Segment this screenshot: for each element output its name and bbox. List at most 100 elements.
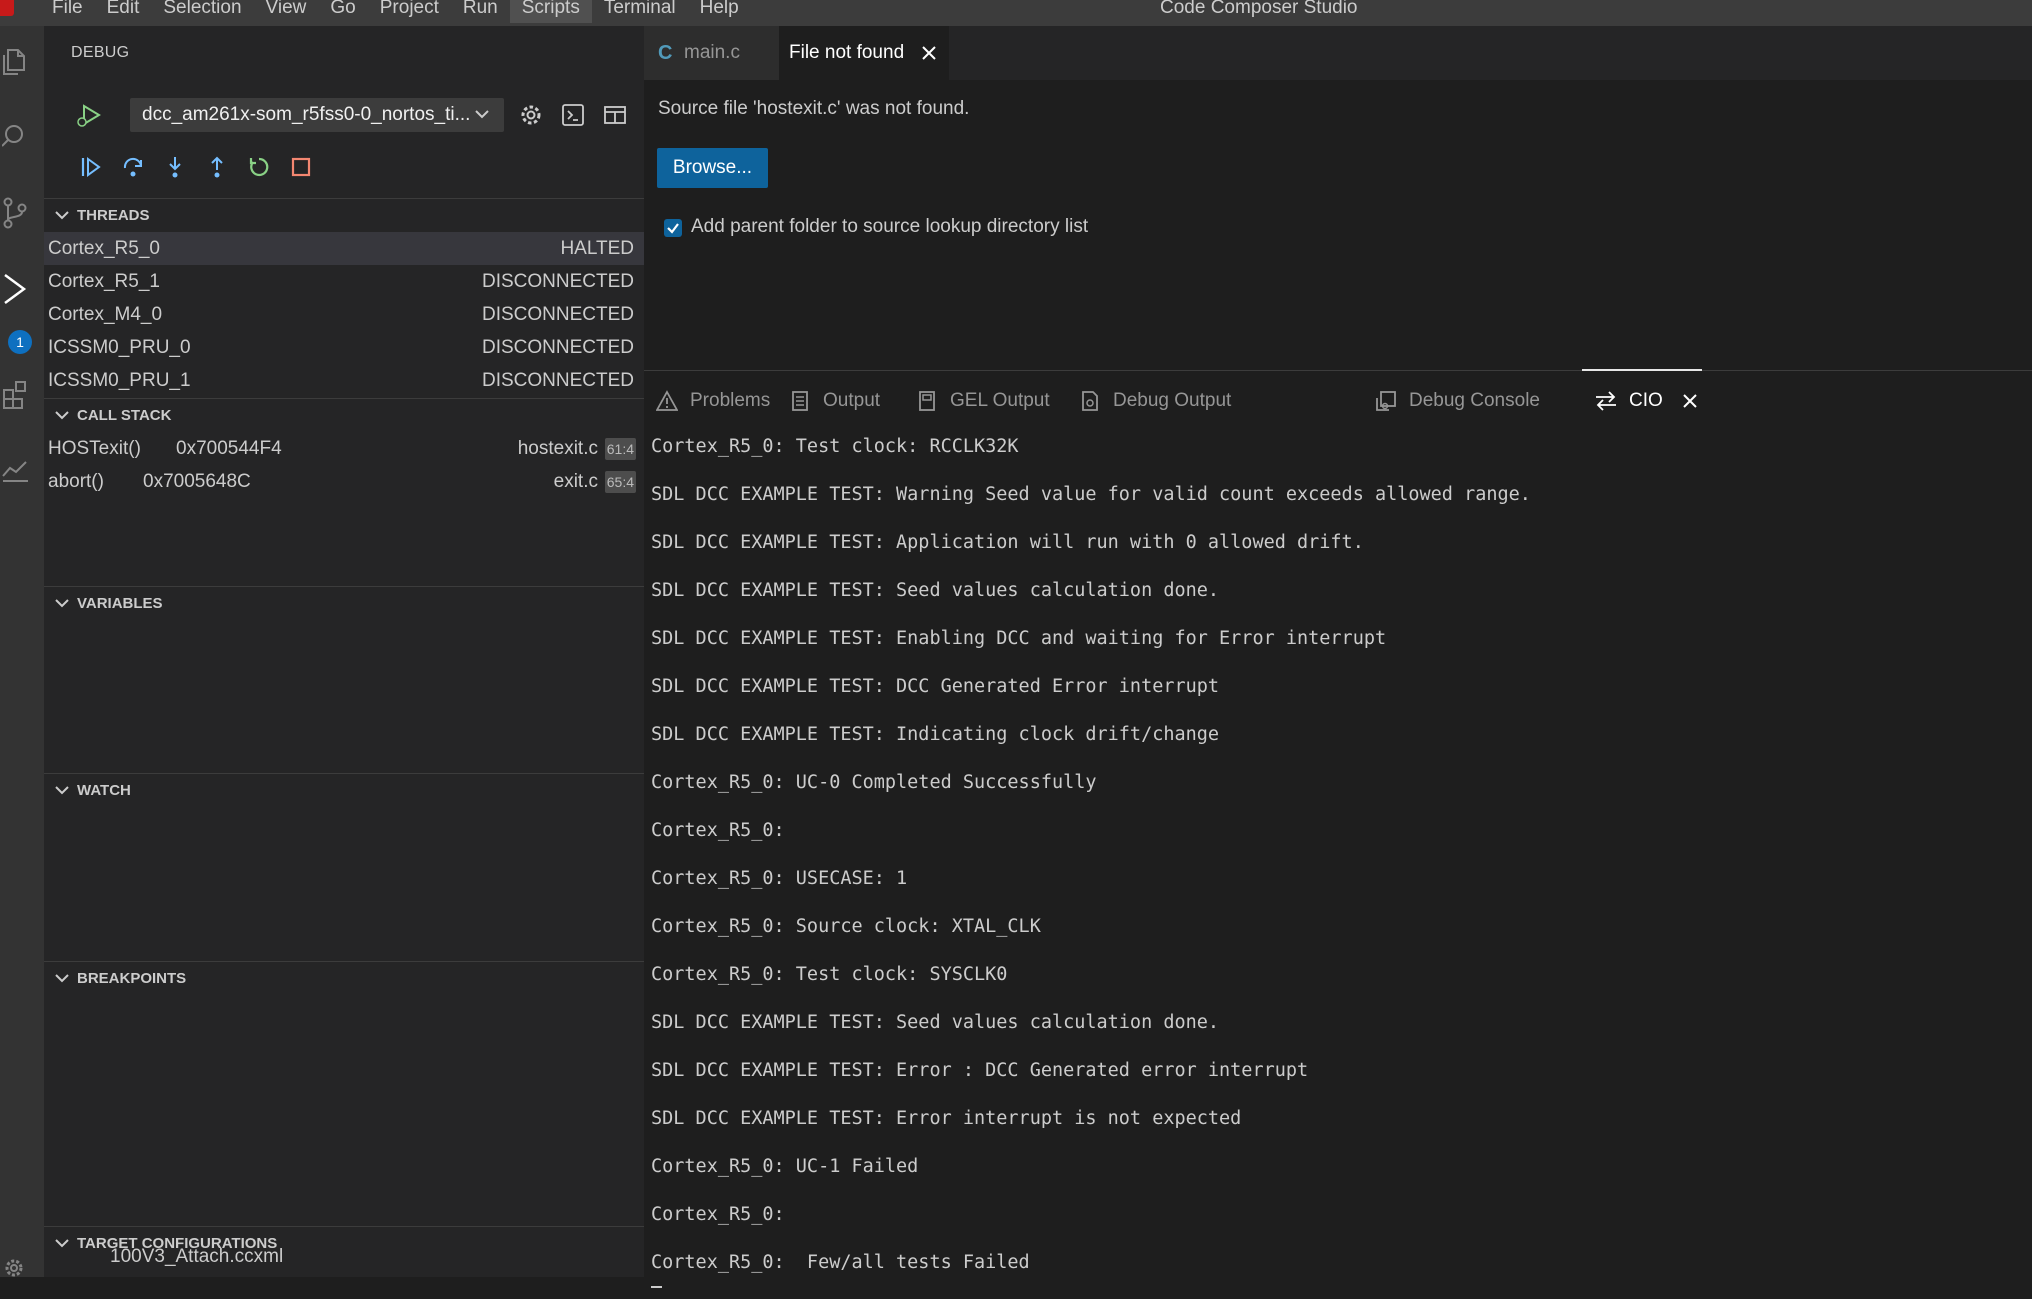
- start-debugging-icon[interactable]: [74, 100, 104, 130]
- thread-state: DISCONNECTED: [481, 337, 634, 358]
- menu-scripts[interactable]: Scripts: [509, 0, 592, 23]
- source-control-icon[interactable]: [0, 196, 30, 230]
- add-parent-folder-checkbox[interactable]: [664, 219, 682, 237]
- debug-sidebar: DEBUG dcc_am261x-som_r5fss0-0_nortos_ti.…: [44, 26, 644, 1277]
- watch-title: WATCH: [77, 782, 131, 799]
- menu-view[interactable]: View: [254, 0, 319, 23]
- thread-row[interactable]: Cortex_M4_0 DISCONNECTED: [44, 298, 644, 331]
- menu-go[interactable]: Go: [318, 0, 367, 23]
- console-line: Cortex_R5_0:: [651, 820, 785, 841]
- stack-frame-address: 0x700544F4: [176, 438, 282, 459]
- menu-selection[interactable]: Selection: [151, 0, 253, 23]
- threads-title: THREADS: [77, 207, 150, 224]
- title-bar: File Edit Selection View Go Project Run …: [0, 0, 2032, 26]
- menu-bar: File Edit Selection View Go Project Run …: [40, 0, 751, 23]
- analysis-icon[interactable]: [0, 452, 30, 486]
- tab-label: main.c: [684, 42, 740, 63]
- chevron-down-icon: [474, 98, 490, 144]
- menu-project[interactable]: Project: [368, 0, 451, 23]
- console-line: Cortex_R5_0:: [651, 1204, 785, 1225]
- debug-toolbar: [70, 150, 322, 184]
- stack-frame-function: HOSTexit(): [48, 438, 141, 459]
- thread-row[interactable]: Cortex_R5_1 DISCONNECTED: [44, 265, 644, 298]
- console-line: Cortex_R5_0: Test clock: SYSCLK0: [651, 964, 1008, 985]
- browse-button[interactable]: Browse...: [657, 148, 768, 188]
- debug-output-icon: [1078, 389, 1102, 413]
- thread-row[interactable]: ICSSM0_PRU_1 DISCONNECTED: [44, 364, 644, 397]
- menu-file[interactable]: File: [40, 0, 95, 23]
- cio-console-output[interactable]: Cortex_R5_0: Test clock: RCCLK32K SDL DC…: [651, 435, 2021, 1299]
- menu-edit[interactable]: Edit: [95, 0, 152, 23]
- thread-row[interactable]: Cortex_R5_0 HALTED: [44, 232, 644, 265]
- console-line: SDL DCC EXAMPLE TEST: Enabling DCC and w…: [651, 628, 1387, 649]
- thread-row[interactable]: ICSSM0_PRU_0 DISCONNECTED: [44, 331, 644, 364]
- activity-bar: 1: [0, 26, 44, 1277]
- gel-output-icon: [915, 389, 939, 413]
- extensions-icon[interactable]: [0, 376, 30, 410]
- stack-frame-line-badge: 61:4: [604, 438, 636, 460]
- console-line: Cortex_R5_0: UC-0 Completed Successfully: [651, 772, 1097, 793]
- settings-gear-icon[interactable]: [0, 1251, 30, 1285]
- launch-configuration-select[interactable]: dcc_am261x-som_r5fss0-0_nortos_ti...: [130, 98, 504, 132]
- split-view-icon[interactable]: [600, 100, 630, 130]
- breakpoints-section-header[interactable]: BREAKPOINTS: [44, 961, 644, 995]
- tab-main-c[interactable]: C main.c: [644, 26, 779, 80]
- stop-icon[interactable]: [280, 150, 322, 184]
- thread-name: Cortex_R5_0: [48, 238, 160, 259]
- target-config-item[interactable]: 100V3_Attach.ccxml: [110, 1246, 283, 1268]
- stack-frame-row[interactable]: abort() 0x7005648C exit.c 65:4: [44, 465, 644, 498]
- explorer-icon[interactable]: [0, 44, 30, 78]
- stack-frame-row[interactable]: HOSTexit() 0x700544F4 hostexit.c 61:4: [44, 432, 644, 465]
- c-file-icon: C: [658, 42, 673, 64]
- console-line: SDL DCC EXAMPLE TEST: Error interrupt is…: [651, 1108, 1242, 1129]
- restart-icon[interactable]: [238, 150, 280, 184]
- console-line: SDL DCC EXAMPLE TEST: Warning Seed value…: [651, 484, 1531, 505]
- panel-tab-bar: Problems Output GEL Output Debug Output …: [644, 369, 2032, 431]
- console-line: Cortex_R5_0: Source clock: XTAL_CLK: [651, 916, 1041, 937]
- console-line: Cortex_R5_0: Few/all tests Failed: [651, 1252, 1030, 1273]
- app-logo: [0, 0, 14, 16]
- tab-label: Output: [823, 390, 881, 411]
- console-line: SDL DCC EXAMPLE TEST: Indicating clock d…: [651, 724, 1220, 745]
- bottom-panel: Problems Output GEL Output Debug Output …: [644, 369, 2032, 1288]
- add-parent-folder-label: Add parent folder to source lookup direc…: [691, 216, 1089, 237]
- tab-file-not-found[interactable]: File not found: [779, 26, 949, 80]
- tab-label: Debug Output: [1113, 390, 1232, 411]
- thread-state: HALTED: [560, 238, 634, 259]
- console-line: SDL DCC EXAMPLE TEST: Application will r…: [651, 532, 1364, 553]
- tab-label: GEL Output: [950, 390, 1050, 411]
- variables-section-header[interactable]: VARIABLES: [44, 586, 644, 620]
- console-line: SDL DCC EXAMPLE TEST: DCC Generated Erro…: [651, 676, 1220, 697]
- continue-icon[interactable]: [70, 150, 112, 184]
- menu-terminal[interactable]: Terminal: [592, 0, 688, 23]
- sidebar-header: DEBUG: [71, 44, 130, 61]
- chevron-down-icon: [54, 962, 70, 1009]
- gear-icon[interactable]: [516, 100, 546, 130]
- menu-help[interactable]: Help: [688, 0, 751, 23]
- tab-label: CIO: [1629, 390, 1663, 411]
- run-debug-icon[interactable]: [0, 272, 30, 306]
- call-stack-title: CALL STACK: [77, 407, 172, 424]
- console-line: Cortex_R5_0: UC-1 Failed: [651, 1156, 919, 1177]
- text-cursor: [651, 1286, 662, 1288]
- console-line: SDL DCC EXAMPLE TEST: Error : DCC Genera…: [651, 1060, 1309, 1081]
- watch-section-header[interactable]: WATCH: [44, 773, 644, 807]
- call-stack-section-header[interactable]: CALL STACK: [44, 398, 644, 432]
- console-line: SDL DCC EXAMPLE TEST: Seed values calcul…: [651, 580, 1220, 601]
- tab-label: File not found: [789, 42, 905, 63]
- menu-run[interactable]: Run: [451, 0, 510, 23]
- search-icon[interactable]: [0, 120, 30, 154]
- terminal-icon[interactable]: [558, 100, 588, 130]
- step-into-icon[interactable]: [154, 150, 196, 184]
- tab-label: Problems: [690, 390, 771, 411]
- variables-title: VARIABLES: [77, 595, 163, 612]
- step-over-icon[interactable]: [112, 150, 154, 184]
- stack-frame-line-badge: 65:4: [604, 471, 636, 493]
- tab-label: Debug Console: [1409, 390, 1540, 411]
- threads-section-header[interactable]: THREADS: [44, 198, 644, 232]
- debug-console-icon: [1374, 389, 1398, 413]
- step-out-icon[interactable]: [196, 150, 238, 184]
- editor-tab-bar: C main.c File not found: [644, 26, 2032, 80]
- chevron-down-icon: [54, 587, 70, 634]
- output-icon: [788, 389, 812, 413]
